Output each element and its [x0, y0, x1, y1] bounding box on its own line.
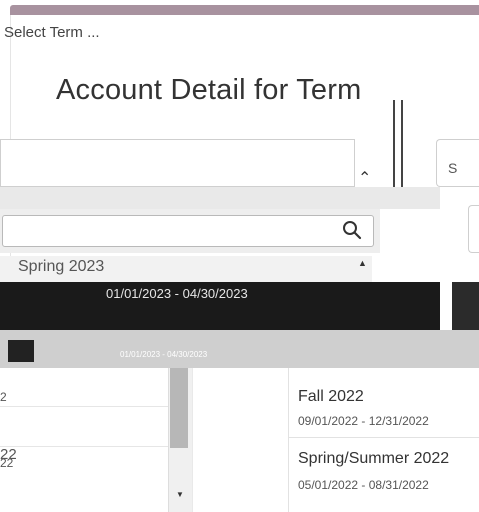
scroll-down-icon[interactable]: ▼: [176, 490, 184, 499]
scroll-up-icon[interactable]: ▲: [358, 258, 367, 268]
option-dates: 01/01/2023 - 04/30/2023: [120, 350, 208, 359]
page-title: Account Detail for Term: [56, 74, 362, 106]
term-dates: 09/01/2022 - 12/31/2022: [298, 414, 429, 428]
term-select-placeholder: Select Term ...: [4, 24, 100, 41]
scrollbar-thumb[interactable]: [170, 368, 188, 448]
search-icon[interactable]: [342, 220, 362, 240]
dropdown-header-band: [0, 187, 440, 209]
dropdown-option[interactable]: 01/01/2023 - 04/30/2023: [0, 330, 479, 368]
list-item[interactable]: 22: [0, 446, 168, 470]
secondary-select[interactable]: [436, 139, 479, 187]
term-name: Fall 2022: [298, 388, 364, 405]
secondary-field[interactable]: [468, 205, 479, 253]
dropdown-option[interactable]: Spring 2023: [0, 256, 372, 282]
term-select[interactable]: [0, 139, 355, 187]
list-divider: [288, 437, 479, 438]
header-accent-bar: [10, 5, 479, 15]
option-marker: [8, 340, 34, 362]
list-item-text: 22: [0, 456, 14, 470]
dropdown-edge: [452, 282, 479, 330]
dropdown-option-selected[interactable]: 01/01/2023 - 04/30/2023: [0, 282, 440, 330]
term-dates: 05/01/2022 - 08/31/2022: [298, 478, 429, 492]
chevron-up-icon[interactable]: ⌃: [358, 168, 371, 188]
left-list: 2 22 22: [0, 368, 168, 512]
gutter: [192, 368, 289, 512]
list-item-text: 2: [0, 390, 7, 404]
divider-line: [393, 100, 395, 196]
search-input[interactable]: [2, 215, 374, 247]
term-name: Spring/Summer 2022: [298, 450, 450, 467]
secondary-select-value: S: [448, 160, 458, 176]
divider-line: [401, 100, 403, 196]
option-dates: 01/01/2023 - 04/30/2023: [106, 286, 248, 301]
option-term-name: Spring 2023: [18, 258, 105, 275]
list-item[interactable]: 2: [0, 368, 168, 407]
list-item[interactable]: 22: [0, 406, 168, 463]
